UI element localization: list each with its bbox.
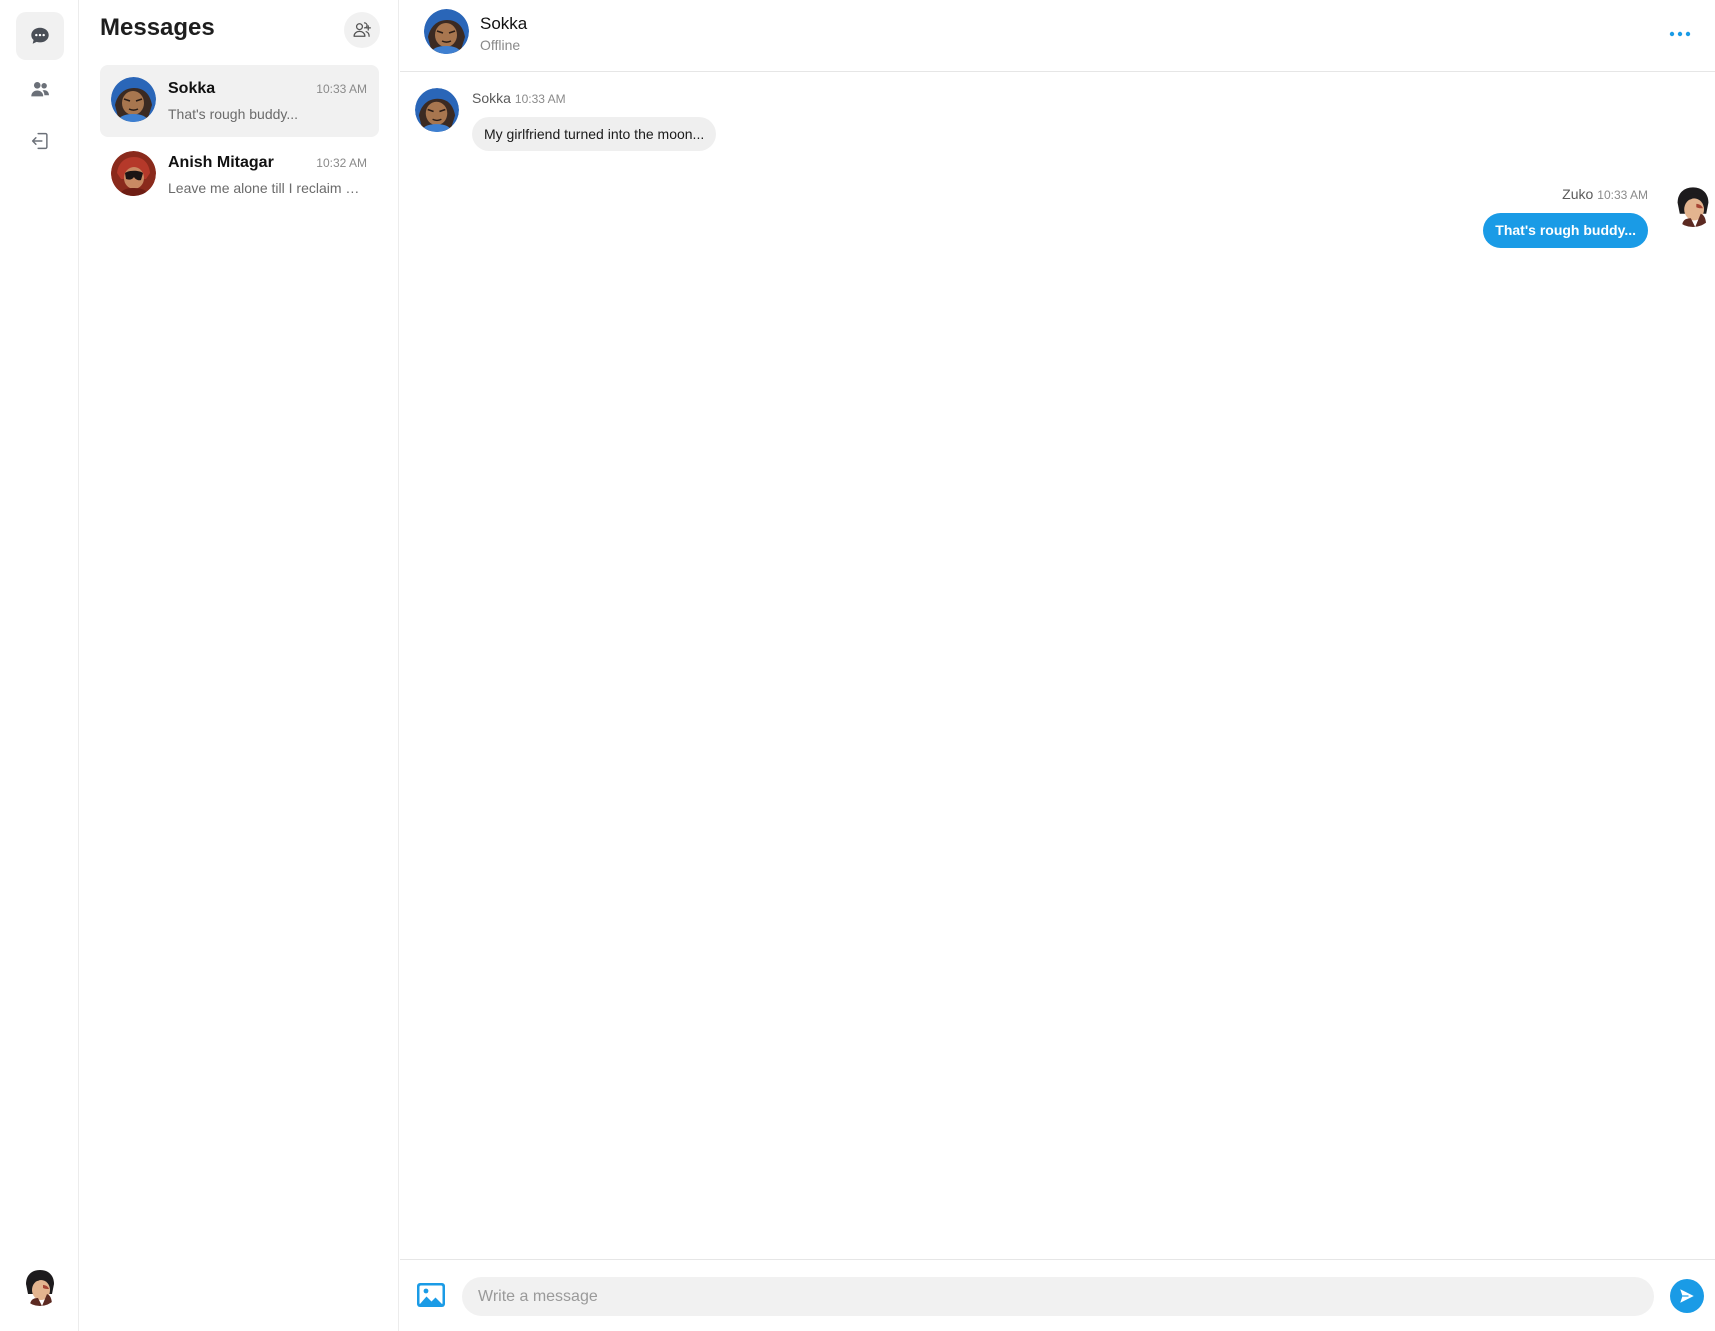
nav-rail	[0, 0, 79, 1331]
attach-image-button[interactable]	[416, 1282, 446, 1308]
logout-icon	[31, 132, 48, 150]
contacts-icon	[31, 82, 49, 97]
conversation-item-anish-mitagar[interactable]: Anish Mitagar 10:32 AM Leave me alone ti…	[100, 139, 379, 211]
sokka-avatar	[111, 77, 156, 122]
conversation-time: 10:33 AM	[316, 82, 367, 96]
anish-mitagar-avatar	[111, 151, 156, 196]
contact-status: Offline	[480, 37, 521, 53]
chat-header: Sokka Offline	[400, 0, 1715, 72]
more-options-button[interactable]	[1665, 20, 1695, 48]
send-button[interactable]	[1670, 1279, 1704, 1313]
conversation-preview: That's rough buddy...	[168, 106, 299, 122]
add-contact-button[interactable]	[344, 12, 380, 48]
message-meta: Zuko 10:33 AM	[1562, 186, 1648, 202]
page-title: Messages	[100, 14, 215, 41]
message-bubble-incoming: My girlfriend turned into the moon...	[472, 117, 717, 151]
conversation-preview: Leave me alone till I reclaim my honor	[168, 180, 368, 196]
add-user-icon	[353, 22, 371, 37]
message-input[interactable]	[462, 1277, 1654, 1316]
message-sender: Sokka	[472, 90, 511, 106]
message-sender-avatar	[415, 88, 459, 132]
message-composer	[400, 1259, 1715, 1331]
rail-logout-button[interactable]	[16, 117, 64, 165]
image-icon	[417, 1283, 445, 1307]
send-icon	[1680, 1289, 1694, 1303]
message-sender-avatar	[1671, 183, 1715, 227]
message-sender: Zuko	[1562, 186, 1594, 202]
message-time: 10:33 AM	[1597, 188, 1648, 202]
more-horizontal-icon	[1669, 31, 1691, 37]
conversation-item-sokka[interactable]: Sokka 10:33 AM That's rough buddy...	[100, 65, 379, 137]
conversation-time: 10:32 AM	[316, 156, 367, 170]
conversation-list-pane: Messages Sokka 10:33 AM That's rough bud…	[80, 0, 399, 1331]
zuko-avatar-image	[20, 1266, 60, 1306]
rail-contacts-button[interactable]	[16, 65, 64, 113]
message-time: 10:33 AM	[514, 92, 566, 106]
chat-pane: Sokka Offline Sokka 10:33 AM My girlfrien…	[400, 0, 1715, 1331]
conversation-name: Anish Mitagar	[168, 154, 274, 171]
message-bubble-outgoing: That's rough buddy...	[1483, 213, 1648, 248]
chat-bubble-icon	[31, 27, 49, 44]
message-meta: Sokka 10:33 AM	[472, 90, 566, 106]
conversation-name: Sokka	[168, 80, 216, 97]
user-avatar[interactable]	[20, 1266, 60, 1306]
rail-chats-button[interactable]	[16, 12, 64, 60]
contact-name: Sokka	[480, 14, 528, 33]
contact-avatar[interactable]	[424, 9, 469, 54]
